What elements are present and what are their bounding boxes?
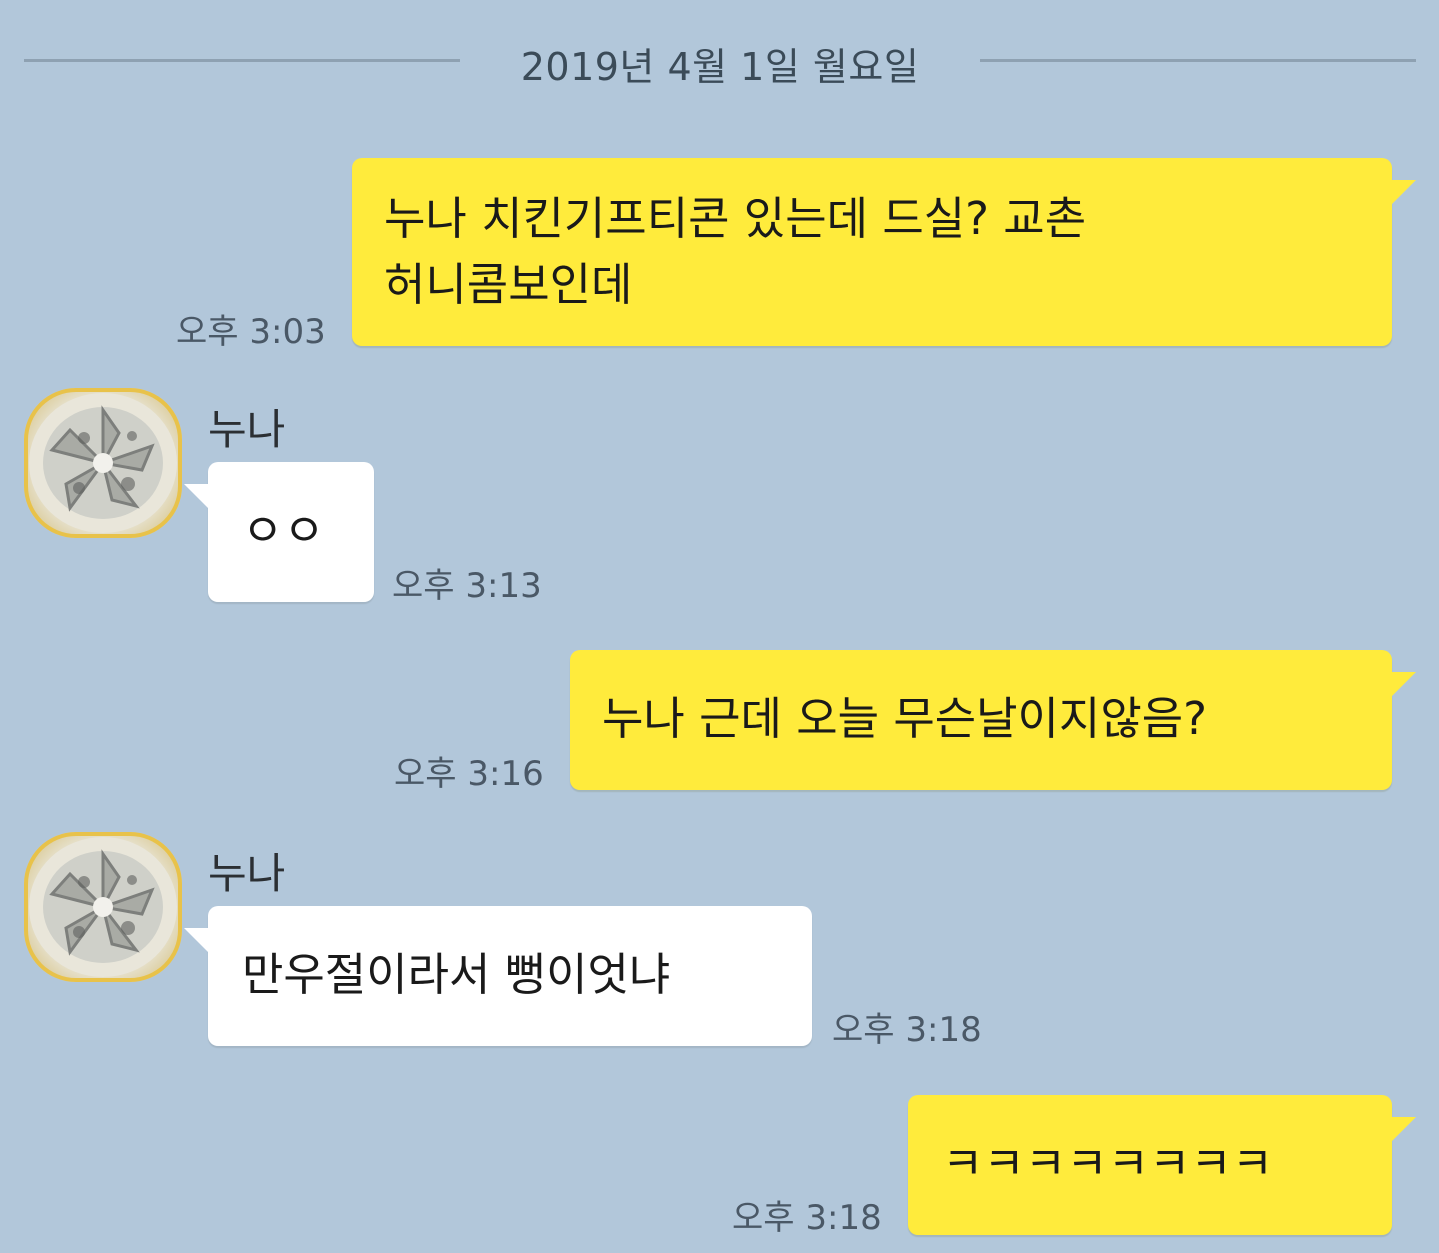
my-message-bubble[interactable]: 누나 근데 오늘 무슨날이지않음? xyxy=(570,650,1416,790)
sender-name: 누나 xyxy=(208,849,286,898)
sender-avatar[interactable] xyxy=(24,388,182,538)
message-text-line: ㅋㅋㅋㅋㅋㅋㅋㅋ xyxy=(942,1137,1274,1190)
message-time: 오후 3:03 xyxy=(176,312,326,352)
message-time: 오후 3:18 xyxy=(832,1010,982,1050)
my-message-bubble[interactable]: ㅋㅋㅋㅋㅋㅋㅋㅋ xyxy=(908,1095,1416,1235)
message-time: 오후 3:16 xyxy=(394,754,544,794)
message-text-line: ㅇㅇ xyxy=(242,504,325,557)
other-message-bubble[interactable]: ㅇㅇ xyxy=(184,462,374,602)
lemon-slice-icon xyxy=(29,393,177,533)
message-text-line: 허니콤보인데 xyxy=(384,258,633,311)
divider-line-right xyxy=(980,59,1416,62)
message-text-line: 만우절이라서 뻥이엇냐 xyxy=(242,948,671,1001)
message-text-line: 누나 치킨기프티콘 있는데 드실? 교촌 xyxy=(384,192,1087,245)
sender-avatar[interactable] xyxy=(24,832,182,982)
other-message-bubble[interactable]: 만우절이라서 뻥이엇냐 xyxy=(184,906,812,1046)
date-divider: 2019년 4월 1일 월요일 xyxy=(24,28,1416,92)
date-label: 2019년 4월 1일 월요일 xyxy=(520,45,920,89)
bubble-tail xyxy=(184,928,210,954)
my-message-bubble[interactable]: 누나 치킨기프티콘 있는데 드실? 교촌 허니콤보인데 xyxy=(352,158,1416,346)
message-text-line: 누나 근데 오늘 무슨날이지않음? xyxy=(602,692,1207,745)
message-time: 오후 3:13 xyxy=(392,566,542,606)
bubble-tail xyxy=(184,484,210,510)
bubble-tail xyxy=(1390,672,1416,698)
divider-line-left xyxy=(24,59,460,62)
message-time: 오후 3:18 xyxy=(732,1198,882,1238)
bubble-tail xyxy=(1390,1117,1416,1143)
bubble-tail xyxy=(1390,180,1416,206)
sender-name: 누나 xyxy=(208,405,286,454)
lemon-slice-icon xyxy=(29,837,177,977)
